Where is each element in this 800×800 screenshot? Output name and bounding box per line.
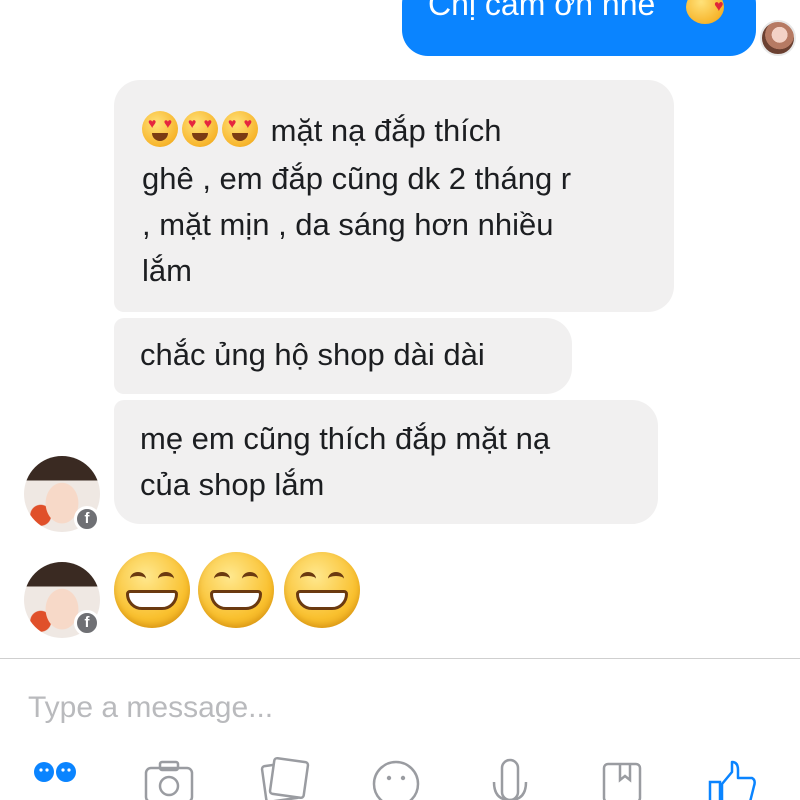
heart-eyes-emoji-icon [142,111,178,147]
grinning-face-emoji-icon[interactable] [284,552,360,628]
heart-eyes-emoji-icon [222,111,258,147]
outgoing-message-bubble[interactable]: Chị cảm ơn nhé ♥ [402,0,756,56]
like-icon[interactable] [706,756,762,800]
message-line: ghê , em đắp cũng dk 2 tháng r [142,161,572,196]
gallery-icon[interactable] [256,756,312,800]
incoming-message-bubble[interactable]: chắc ủng hộ shop dài dài [114,318,572,394]
incoming-message-bubble[interactable]: mặt nạ đắp thích ghê , em đắp cũng dk 2 … [114,80,674,312]
grinning-face-emoji-icon[interactable] [198,552,274,628]
my-avatar[interactable] [760,20,796,56]
microphone-icon[interactable] [484,756,540,800]
facebook-badge-icon: f [74,506,100,532]
composer-divider [0,658,800,659]
incoming-message-bubble[interactable]: mẹ em cũng thích đắp mặt nạ của shop lắm [114,400,658,524]
message-line: mặt nạ đắp thích [142,108,502,154]
message-input[interactable] [26,684,770,732]
message-line: mẹ em cũng thích đắp mặt nạ [140,421,551,456]
message-line: lắm [142,253,192,288]
facebook-badge-icon: f [74,610,100,636]
sticker-icon[interactable] [598,756,654,800]
message-line: chắc ủng hộ shop dài dài [140,337,485,372]
message-line: , mặt mịn , da sáng hơn nhiều [142,207,554,242]
heart-eyes-emoji-icon [182,111,218,147]
kiss-emoji-icon: ♥ [686,0,724,24]
message-line-text: mặt nạ đắp thích [270,113,502,148]
grinning-face-emoji-icon[interactable] [114,552,190,628]
smiley-icon[interactable] [370,756,426,800]
outgoing-message-text: Chị cảm ơn nhé [428,0,656,22]
message-line: của shop lắm [140,467,325,502]
emoji-icon[interactable] [30,756,86,800]
camera-icon[interactable] [142,756,198,800]
